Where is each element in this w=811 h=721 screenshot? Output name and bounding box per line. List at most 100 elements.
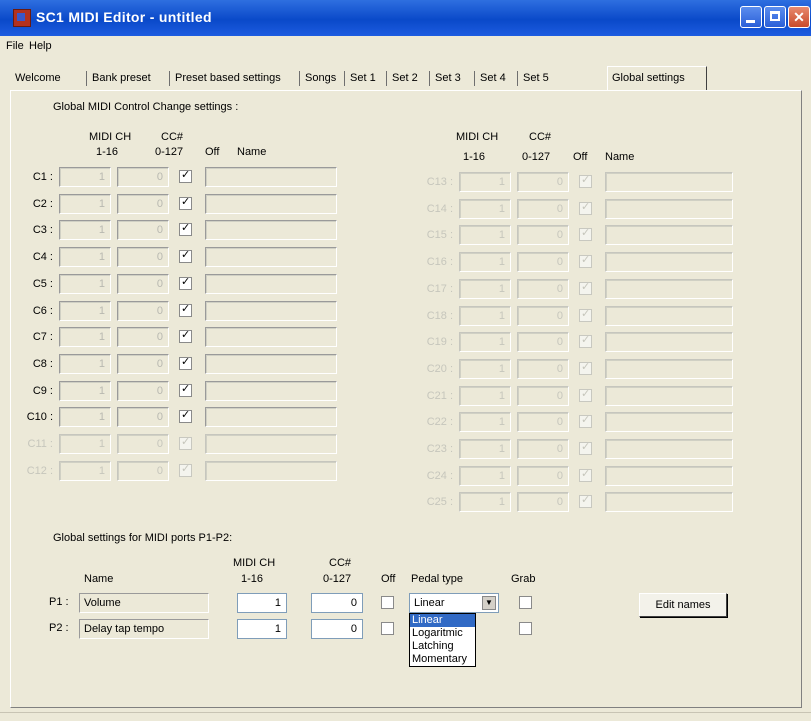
- midi-ch-field[interactable]: 1: [59, 407, 111, 428]
- minimize-button[interactable]: [740, 6, 762, 28]
- midi-ch-field[interactable]: 1: [59, 273, 111, 294]
- cc-field[interactable]: 0: [117, 353, 169, 374]
- cc-value: 0: [556, 416, 563, 429]
- checkmark-icon: ✓: [581, 174, 591, 186]
- right-header-cc-range: 0-127: [522, 151, 551, 163]
- pedal-option-momentary[interactable]: Momentary: [410, 653, 475, 666]
- off-checkbox[interactable]: ✓: [179, 356, 192, 370]
- checkmark-icon: ✓: [181, 329, 191, 342]
- tab-set-4[interactable]: Set 4: [475, 68, 511, 88]
- maximize-button[interactable]: [764, 6, 786, 28]
- close-button[interactable]: ✕: [788, 6, 810, 28]
- cc-name-field[interactable]: [205, 247, 337, 268]
- cc-field[interactable]: 0: [117, 167, 169, 187]
- cc-name-field[interactable]: [205, 380, 337, 401]
- midi-ch-field[interactable]: 1: [59, 353, 111, 374]
- cc-name-field[interactable]: [205, 273, 337, 294]
- cc-value: 0: [556, 362, 563, 375]
- cc-name-field[interactable]: [205, 300, 337, 321]
- tab-set-2[interactable]: Set 2: [387, 68, 423, 88]
- cc-field: 0: [517, 465, 569, 486]
- grab-checkbox-p2[interactable]: [519, 622, 532, 635]
- close-icon: ✕: [793, 9, 805, 25]
- port-midi-ch-p2[interactable]: 1: [237, 619, 287, 639]
- tab-set-3[interactable]: Set 3: [430, 68, 466, 88]
- tab-global-settings[interactable]: Global settings: [607, 68, 690, 88]
- cc-field[interactable]: 0: [117, 193, 169, 214]
- cc-row: C4 : 1 0 ✓: [21, 247, 381, 269]
- pedal-option-logaritmic[interactable]: Logaritmic: [410, 627, 475, 640]
- checkmark-icon: ✓: [581, 494, 591, 507]
- midi-ch-value: 1: [498, 309, 505, 322]
- title-bar: SC1 MIDI Editor - untitled ✕: [0, 0, 811, 36]
- off-checkbox[interactable]: ✓: [179, 196, 192, 210]
- cc-field[interactable]: 0: [117, 220, 169, 241]
- off-checkbox[interactable]: ✓: [179, 329, 192, 344]
- cc-row: C1 : 1 0 ✓: [21, 167, 381, 189]
- tab-set-1[interactable]: Set 1: [345, 68, 381, 88]
- midi-ch-field[interactable]: 1: [59, 193, 111, 214]
- grab-checkbox-p1[interactable]: [519, 596, 532, 609]
- cc-field[interactable]: 0: [117, 327, 169, 348]
- cc-field[interactable]: 0: [117, 407, 169, 428]
- off-checkbox[interactable]: ✓: [179, 383, 192, 397]
- cc-field: 0: [117, 460, 169, 481]
- tab-welcome[interactable]: Welcome: [10, 68, 66, 88]
- midi-ch-field: 1: [459, 465, 511, 486]
- cc-name-field[interactable]: [205, 353, 337, 374]
- cc-name-field[interactable]: [205, 220, 337, 241]
- menu-file[interactable]: File: [6, 40, 24, 52]
- cc-value: 0: [556, 496, 563, 509]
- tab-bank-preset[interactable]: Bank preset: [87, 68, 156, 88]
- port-off-checkbox-p2[interactable]: [381, 622, 394, 635]
- cc-field[interactable]: 0: [117, 247, 169, 268]
- off-checkbox[interactable]: ✓: [179, 169, 192, 183]
- cc-row-label: C9 :: [32, 384, 53, 397]
- midi-ch-field[interactable]: 1: [59, 300, 111, 321]
- cc-row-label: C17 :: [426, 282, 453, 295]
- cc-name-field[interactable]: [205, 407, 337, 428]
- port-off-checkbox-p1[interactable]: [381, 596, 394, 609]
- global-settings-panel: Global MIDI Control Change settings : MI…: [10, 90, 802, 708]
- cc-row: C11 : 1 0 ✓: [21, 434, 381, 456]
- cc-row-label: C12 :: [26, 464, 53, 477]
- midi-ch-value: 1: [498, 336, 505, 349]
- pedal-type-select-p1[interactable]: Linear ▼: [409, 593, 499, 613]
- edit-names-button[interactable]: Edit names: [639, 593, 727, 617]
- cc-field[interactable]: 0: [117, 380, 169, 401]
- cc-name-field[interactable]: [205, 327, 337, 348]
- tab-songs[interactable]: Songs: [300, 68, 341, 88]
- cc-name-field[interactable]: [205, 167, 337, 187]
- midi-ch-field[interactable]: 1: [59, 167, 111, 187]
- cc-name-field[interactable]: [205, 193, 337, 214]
- off-checkbox[interactable]: ✓: [179, 303, 192, 317]
- tab-preset-based-settings[interactable]: Preset based settings: [170, 68, 286, 88]
- cc-row: C15 : 1 0 ✓: [421, 225, 781, 247]
- midi-ch-field[interactable]: 1: [59, 327, 111, 348]
- cc-name-field: [605, 465, 733, 486]
- menu-bar: File Help: [0, 36, 811, 58]
- chevron-down-icon[interactable]: ▼: [482, 596, 496, 610]
- ports-header-name: Name: [84, 573, 114, 585]
- cc-row: C18 : 1 0 ✓: [421, 305, 781, 328]
- cc-row-label: C11 :: [27, 438, 53, 450]
- pedal-option-linear[interactable]: Linear: [410, 614, 475, 627]
- cc-field[interactable]: 0: [117, 300, 169, 321]
- off-checkbox[interactable]: ✓: [179, 409, 192, 424]
- off-checkbox[interactable]: ✓: [179, 276, 192, 290]
- menu-help[interactable]: Help: [29, 40, 52, 52]
- pedal-option-latching[interactable]: Latching: [410, 640, 475, 653]
- port-cc-p2[interactable]: 0: [311, 619, 363, 639]
- port-cc-p1[interactable]: 0: [311, 593, 363, 613]
- midi-ch-field[interactable]: 1: [59, 220, 111, 241]
- midi-ch-field[interactable]: 1: [59, 380, 111, 401]
- off-checkbox[interactable]: ✓: [179, 249, 192, 264]
- midi-ch-value: 1: [98, 331, 105, 344]
- cc-row-label: C20 :: [426, 362, 453, 375]
- off-checkbox[interactable]: ✓: [179, 222, 192, 237]
- midi-ch-field[interactable]: 1: [59, 247, 111, 268]
- port-midi-ch-p1[interactable]: 1: [237, 593, 287, 613]
- cc-field[interactable]: 0: [117, 273, 169, 294]
- tab-set-5[interactable]: Set 5: [518, 68, 554, 88]
- cc-name-field: [605, 278, 733, 299]
